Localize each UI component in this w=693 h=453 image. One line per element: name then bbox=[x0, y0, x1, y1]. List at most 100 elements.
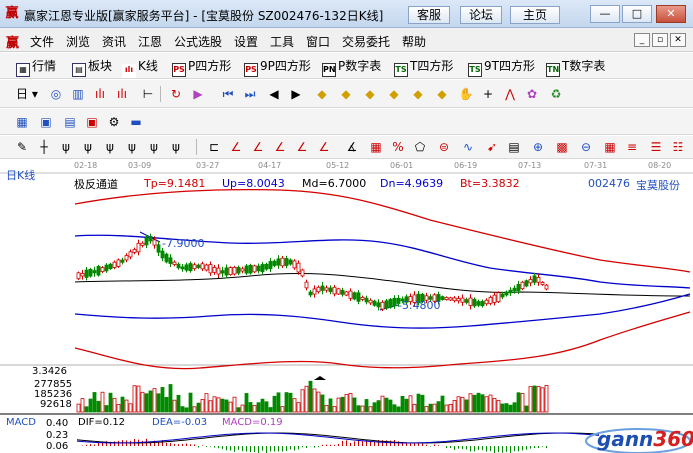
volume-bar bbox=[412, 403, 417, 413]
candle-body bbox=[108, 263, 113, 270]
volume-bar bbox=[232, 396, 237, 413]
volume-bar bbox=[532, 385, 537, 413]
volume-bar bbox=[316, 391, 321, 413]
volume-bar bbox=[432, 403, 437, 413]
volume-bar bbox=[220, 398, 225, 413]
candle-body bbox=[140, 242, 145, 246]
candle-body bbox=[192, 264, 197, 270]
candle-body bbox=[532, 275, 537, 283]
candle-body bbox=[504, 291, 509, 296]
volume-bar bbox=[168, 384, 173, 413]
volume-bar bbox=[80, 398, 85, 413]
candle-body bbox=[484, 299, 489, 305]
tp-label: Tp bbox=[144, 177, 158, 190]
candle-body bbox=[244, 265, 249, 274]
volume-bar bbox=[244, 393, 249, 413]
volume-bar bbox=[372, 402, 377, 413]
stock-name: 宝莫股份 bbox=[636, 179, 680, 192]
volume-bar bbox=[224, 399, 229, 413]
candle-body bbox=[520, 281, 525, 290]
volume-bar bbox=[348, 392, 353, 413]
macd-tick: 0.23 bbox=[46, 430, 69, 441]
volume-bar bbox=[404, 398, 409, 413]
dn-value: Dn=4.9639 bbox=[380, 177, 444, 190]
low-price-label: -5.4800 bbox=[398, 299, 441, 312]
volume-bar bbox=[156, 393, 161, 413]
candle-body bbox=[232, 266, 237, 275]
volume-bar bbox=[452, 400, 457, 413]
up-label: Up bbox=[222, 177, 238, 190]
candle-body bbox=[124, 255, 129, 261]
volume-bar bbox=[192, 406, 197, 413]
volume-bar bbox=[208, 400, 213, 413]
volume-bar bbox=[252, 404, 257, 413]
candle-body bbox=[144, 237, 149, 246]
kline-chart[interactable] bbox=[0, 0, 693, 453]
volume-bar bbox=[360, 405, 365, 413]
volume-bar bbox=[492, 398, 497, 413]
candle-body bbox=[384, 300, 389, 309]
candle-body bbox=[256, 265, 261, 272]
candle-body bbox=[296, 262, 301, 273]
volume-bar bbox=[344, 394, 349, 413]
volume-bar bbox=[256, 402, 261, 413]
candle-body bbox=[228, 267, 233, 276]
candle-body bbox=[240, 268, 245, 272]
candle-body bbox=[440, 296, 445, 300]
volume-bar bbox=[420, 394, 425, 413]
indicator-name: 极反通道 bbox=[74, 178, 118, 191]
volume-bar bbox=[400, 396, 405, 413]
volume-bar bbox=[540, 387, 545, 413]
candle-body bbox=[468, 297, 473, 306]
volume-bar bbox=[140, 391, 145, 413]
candle-body bbox=[292, 260, 297, 269]
volume-bar bbox=[160, 387, 165, 413]
candle-body bbox=[76, 272, 81, 280]
candle-body bbox=[152, 239, 157, 246]
candle-body bbox=[460, 297, 465, 303]
candle-body bbox=[80, 273, 85, 277]
volume-bar bbox=[444, 404, 449, 413]
candle-body bbox=[452, 297, 457, 302]
candle-body bbox=[264, 263, 269, 270]
volume-bar bbox=[544, 385, 549, 413]
volume-bar bbox=[312, 388, 317, 413]
volume-bar bbox=[88, 398, 93, 413]
candle-body bbox=[376, 302, 381, 308]
up-value: Up=8.0043 bbox=[222, 177, 285, 190]
md-number: 6.7000 bbox=[327, 177, 367, 190]
candle-body bbox=[512, 287, 517, 292]
candle-body bbox=[280, 257, 285, 267]
watermark-logo: gann360 bbox=[583, 423, 693, 453]
volume-bar bbox=[212, 396, 217, 413]
candle-body bbox=[528, 279, 533, 284]
bt-label: Bt bbox=[460, 177, 472, 190]
candle-body bbox=[364, 297, 369, 303]
candle-body bbox=[348, 290, 353, 299]
volume-bar bbox=[488, 394, 493, 413]
candle-body bbox=[180, 266, 185, 270]
volume-bar bbox=[480, 394, 485, 413]
volume-bar bbox=[180, 406, 185, 413]
candle-body bbox=[464, 299, 469, 303]
candle-body bbox=[288, 259, 293, 265]
volume-bar bbox=[268, 407, 273, 413]
volume-bar bbox=[132, 385, 137, 413]
candle-body bbox=[172, 261, 177, 265]
volume-bar bbox=[496, 400, 501, 413]
tp-value: Tp=9.1481 bbox=[144, 177, 206, 190]
candle-body bbox=[200, 263, 205, 270]
candle-body bbox=[284, 258, 289, 266]
volume-bar bbox=[464, 399, 469, 413]
bt-value: Bt=3.3832 bbox=[460, 177, 520, 190]
volume-bar bbox=[500, 403, 505, 413]
volume-bar bbox=[128, 403, 133, 413]
volume-bar bbox=[520, 393, 525, 413]
volume-bar bbox=[120, 396, 125, 413]
candle-body bbox=[212, 267, 217, 273]
candle-body bbox=[216, 267, 221, 275]
candle-body bbox=[388, 298, 393, 308]
candle-body bbox=[116, 259, 121, 267]
volume-bar bbox=[280, 406, 285, 413]
volume-bar bbox=[408, 395, 413, 413]
